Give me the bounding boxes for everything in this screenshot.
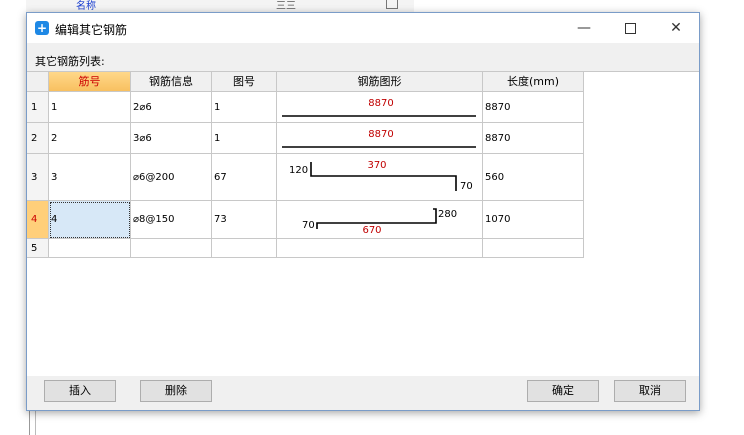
bar-no-cell[interactable]: 1: [49, 92, 131, 123]
rebar-table: 筋号 钢筋信息 图号 钢筋图形 长度(mm) 1 1 2⌀6 1 8870 88…: [27, 71, 699, 377]
hook-bend-bar-shape: 70 670 280: [302, 208, 457, 236]
column-header-length[interactable]: 长度(mm): [483, 72, 584, 92]
bar-no-cell[interactable]: 2: [49, 123, 131, 154]
close-button[interactable]: ✕: [653, 13, 699, 43]
title-bar[interactable]: + 编辑其它钢筋 — ✕: [27, 13, 699, 43]
straight-bar-shape: 8870: [282, 129, 476, 148]
bar-no-cell[interactable]: [49, 239, 131, 258]
insert-button[interactable]: 插入: [44, 380, 116, 402]
rebar-shape-cell[interactable]: [277, 239, 483, 258]
background-divider: [35, 410, 36, 435]
column-header-rebar-shape[interactable]: 钢筋图形: [277, 72, 483, 92]
straight-bar-shape: 8870: [282, 98, 476, 117]
rebar-shape-cell[interactable]: 8870: [277, 92, 483, 123]
figure-no-cell[interactable]: 67: [212, 154, 277, 201]
minimize-button[interactable]: —: [561, 13, 607, 43]
figure-no-cell[interactable]: 73: [212, 201, 277, 239]
app-plus-icon: +: [35, 21, 49, 35]
shape-label: 8870: [368, 98, 393, 109]
rebar-shape-cell[interactable]: 70 670 280: [277, 201, 483, 239]
cancel-button[interactable]: 取消: [614, 380, 686, 402]
figure-no-cell[interactable]: [212, 239, 277, 258]
column-header-rebar-info[interactable]: 钢筋信息: [131, 72, 212, 92]
row-header[interactable]: 3: [27, 154, 49, 201]
z-bend-bar-shape: 120 370 70: [289, 160, 473, 192]
button-bar: 插入 删除 确定 取消: [27, 376, 699, 410]
shape-label: 280: [438, 209, 457, 220]
figure-no-cell[interactable]: 1: [212, 123, 277, 154]
figure-no-cell[interactable]: 1: [212, 92, 277, 123]
shape-label: 670: [362, 225, 381, 236]
rebar-info-cell[interactable]: 3⌀6: [131, 123, 212, 154]
length-cell[interactable]: 8870: [483, 92, 584, 123]
rebar-list-label: 其它钢筋列表:: [35, 55, 105, 68]
rebar-info-cell[interactable]: 2⌀6: [131, 92, 212, 123]
rebar-shape-cell[interactable]: 120 370 70: [277, 154, 483, 201]
corner-header: [27, 72, 49, 92]
row-header[interactable]: 1: [27, 92, 49, 123]
length-cell[interactable]: [483, 239, 584, 258]
edit-other-rebar-dialog: + 编辑其它钢筋 — ✕ 其它钢筋列表: 筋号 钢筋信息 图号 钢筋图形 长度(…: [26, 12, 700, 411]
shape-label: 120: [289, 165, 308, 176]
shape-label: 70: [460, 181, 473, 192]
column-header-figure-no[interactable]: 图号: [212, 72, 277, 92]
column-header-bar-no[interactable]: 筋号: [49, 72, 131, 92]
bar-no-cell[interactable]: 3: [49, 154, 131, 201]
maximize-button[interactable]: [607, 13, 653, 43]
background-divider: [29, 410, 30, 435]
bar-no-cell[interactable]: 4: [49, 201, 131, 239]
background-checkbox: [386, 0, 398, 9]
row-header[interactable]: 4: [27, 201, 49, 239]
shape-label: 370: [367, 160, 386, 171]
length-cell[interactable]: 560: [483, 154, 584, 201]
background-text: 三三: [276, 1, 296, 12]
row-header[interactable]: 5: [27, 239, 49, 258]
shape-label: 8870: [368, 129, 393, 140]
dialog-title: 编辑其它钢筋: [55, 23, 128, 37]
rebar-shape-cell[interactable]: 8870: [277, 123, 483, 154]
length-cell[interactable]: 1070: [483, 201, 584, 239]
rebar-info-cell[interactable]: [131, 239, 212, 258]
rebar-info-cell[interactable]: ⌀8@150: [131, 201, 212, 239]
background-text: 名称: [76, 1, 96, 12]
delete-button[interactable]: 删除: [140, 380, 212, 402]
ok-button[interactable]: 确定: [527, 380, 599, 402]
length-cell[interactable]: 8870: [483, 123, 584, 154]
rebar-info-cell[interactable]: ⌀6@200: [131, 154, 212, 201]
row-header[interactable]: 2: [27, 123, 49, 154]
maximize-icon: [624, 22, 636, 34]
shape-label: 70: [302, 220, 315, 231]
